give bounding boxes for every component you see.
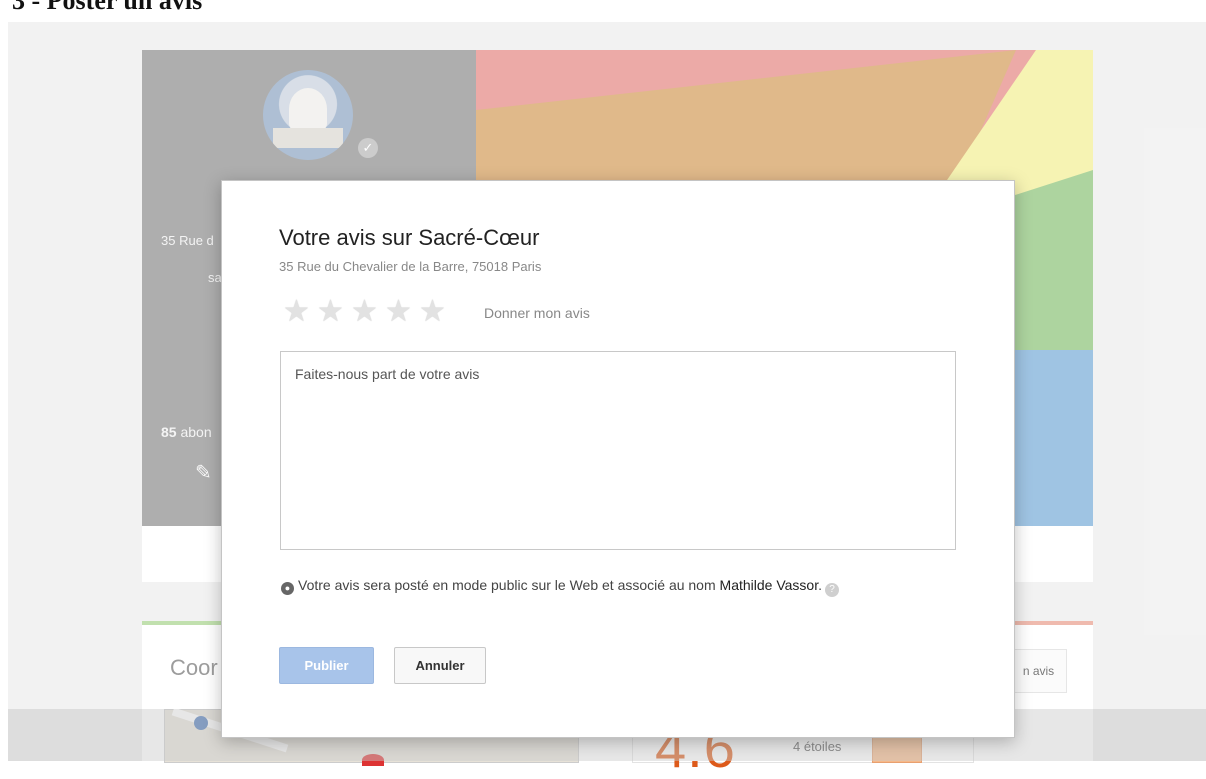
public-notice: ● Votre avis sera posté en mode public su… — [281, 577, 901, 597]
review-textarea[interactable] — [280, 351, 956, 550]
rating-prompt: Donner mon avis — [484, 305, 590, 321]
star-icon[interactable]: ★ — [419, 297, 449, 327]
star-icon[interactable]: ★ — [351, 297, 381, 327]
notice-text: Votre avis sera posté en mode public sur… — [298, 577, 720, 593]
dialog-address: 35 Rue du Chevalier de la Barre, 75018 P… — [279, 259, 542, 274]
review-dialog: Votre avis sur Sacré-Cœur 35 Rue du Chev… — [221, 180, 1015, 738]
star-rating[interactable]: ★ ★ ★ ★ ★ — [283, 297, 449, 327]
publish-button[interactable]: Publier — [279, 647, 374, 684]
star-icon[interactable]: ★ — [283, 297, 313, 327]
star-icon[interactable]: ★ — [385, 297, 415, 327]
star-icon[interactable]: ★ — [317, 297, 347, 327]
notice-user-name[interactable]: Mathilde Vassor — [720, 577, 819, 593]
cancel-button[interactable]: Annuler — [394, 647, 486, 684]
help-icon[interactable]: ? — [825, 583, 839, 597]
document-heading: 3 - Poster un avis — [12, 0, 203, 15]
notice-end: . — [818, 577, 822, 593]
globe-icon: ● — [281, 582, 294, 595]
dialog-title: Votre avis sur Sacré-Cœur — [279, 225, 540, 250]
